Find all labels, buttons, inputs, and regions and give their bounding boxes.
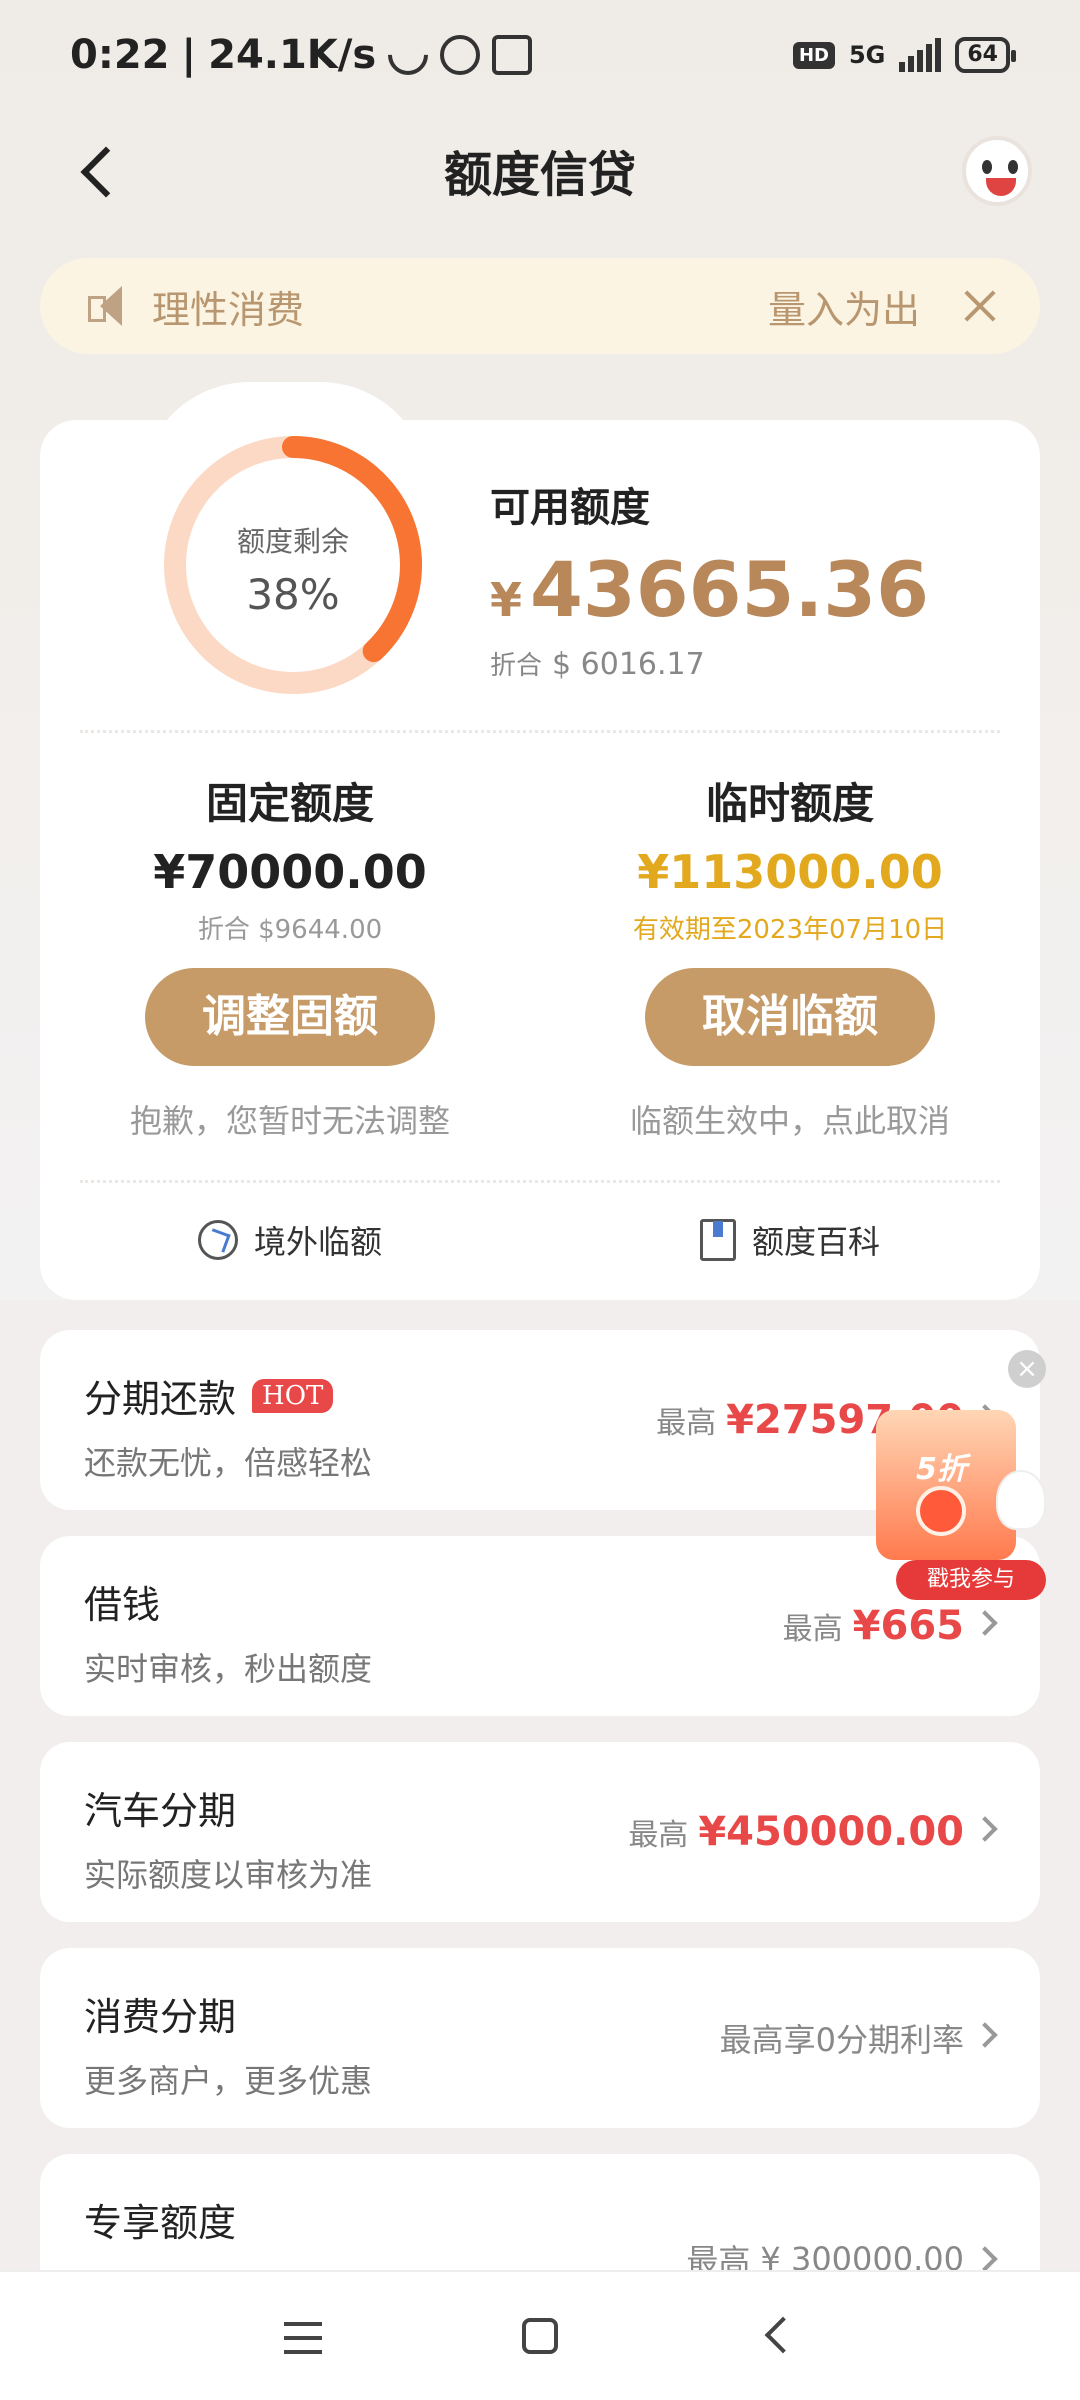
notice-right-text: 量入为出 bbox=[767, 287, 920, 332]
max-label: 最高 bbox=[656, 1406, 717, 1441]
wiki-label: 额度百科 bbox=[751, 1223, 880, 1261]
back-button[interactable] bbox=[70, 140, 130, 200]
notice-bar[interactable]: 理性消费 量入为出 bbox=[40, 258, 1040, 354]
globe-icon bbox=[197, 1220, 238, 1260]
currency-symbol: ¥ bbox=[490, 573, 523, 627]
promo-ball-icon bbox=[916, 1486, 966, 1536]
hot-badge: HOT bbox=[252, 1378, 334, 1413]
max-value: ¥665 bbox=[852, 1603, 964, 1649]
product-subtitle: 更多商户，更多优惠 bbox=[84, 2062, 373, 2100]
product-title: 专享额度 bbox=[84, 2201, 237, 2245]
credit-card: 额度剩余 38% 可用额度 ¥43665.36 折合 $ 6016.17 固定额度… bbox=[40, 420, 1040, 1300]
divider bbox=[80, 1180, 1000, 1183]
max-value: 最高享0分期利率 bbox=[719, 2021, 964, 2059]
limit-wiki-link[interactable]: 额度百科 bbox=[540, 1200, 1040, 1280]
menu-icon[interactable] bbox=[284, 2322, 322, 2354]
chevron-right-icon bbox=[972, 1816, 998, 1842]
temp-amount: ¥113000.00 bbox=[637, 845, 943, 899]
temp-expiry: 有效期至2023年07月10日 bbox=[632, 915, 948, 945]
fixed-note: 抱歉，您暂时无法调整 bbox=[129, 1102, 450, 1140]
ring-label: 额度剩余 bbox=[236, 525, 349, 558]
max-value: ¥450000.00 bbox=[698, 1809, 964, 1855]
overseas-limit-link[interactable]: 境外临额 bbox=[40, 1200, 540, 1280]
fixed-title: 固定额度 bbox=[205, 779, 374, 828]
app-header: 额度信贷 bbox=[0, 120, 1080, 220]
ring-percent: 38% bbox=[246, 570, 340, 619]
product-title: 汽车分期 bbox=[84, 1789, 237, 1833]
promo-discount: 5折 bbox=[916, 1452, 967, 1487]
alarm-icon bbox=[440, 35, 481, 75]
card-links: 境外临额 额度百科 bbox=[40, 1200, 1040, 1280]
product-max: 最高 ¥450000.00 bbox=[628, 1742, 964, 1922]
product-title-text: 分期还款 bbox=[84, 1377, 237, 1421]
divider bbox=[80, 730, 1000, 733]
product-title: 分期还款 HOT bbox=[84, 1368, 334, 1423]
close-icon[interactable] bbox=[960, 286, 1000, 326]
status-speed: 24.1K/s bbox=[208, 32, 377, 78]
available-title: 可用额度 bbox=[490, 485, 650, 531]
product-title: 消费分期 bbox=[84, 1995, 237, 2039]
promo-join-button[interactable]: 戳我参与 bbox=[896, 1560, 1046, 1600]
adjust-fixed-button[interactable]: 调整固额 bbox=[145, 968, 435, 1066]
speaker-icon bbox=[86, 286, 132, 326]
car-installment-card[interactable]: 汽车分期 实际额度以审核为准 最高 ¥450000.00 bbox=[40, 1742, 1040, 1922]
product-title: 借钱 bbox=[84, 1583, 161, 1627]
battery-icon: 64 bbox=[955, 37, 1016, 73]
converted-value: $ 6016.17 bbox=[552, 647, 705, 682]
temp-limit-section: 临时额度 ¥113000.00 有效期至2023年07月10日 取消临额 临额生… bbox=[540, 770, 1040, 1142]
promo-float[interactable]: × 5折 戳我参与 bbox=[876, 1350, 1046, 1600]
product-subtitle: 还款无忧，倍感轻松 bbox=[84, 1444, 373, 1482]
nfc-icon bbox=[492, 35, 533, 75]
page-title: 额度信贷 bbox=[443, 147, 636, 203]
available-value: 43665.36 bbox=[530, 545, 930, 634]
mascot-avatar-icon[interactable] bbox=[962, 136, 1032, 206]
max-label: 最高 bbox=[628, 1818, 689, 1853]
mascot-cat-icon bbox=[996, 1470, 1046, 1530]
moon-icon bbox=[379, 26, 437, 84]
hd-badge: HD bbox=[792, 41, 835, 69]
chevron-right-icon bbox=[972, 2246, 998, 2272]
promo-close-button[interactable]: × bbox=[1008, 1350, 1046, 1388]
home-icon[interactable] bbox=[522, 2318, 558, 2354]
chevron-right-icon bbox=[972, 2022, 998, 2048]
signal-icon bbox=[899, 38, 942, 72]
network-type: 5G bbox=[848, 41, 886, 69]
nav-back-icon[interactable] bbox=[764, 2316, 802, 2354]
status-divider: | bbox=[181, 32, 197, 78]
remaining-ring: 额度剩余 38% bbox=[158, 430, 428, 700]
fixed-amount: ¥70000.00 bbox=[153, 845, 427, 899]
max-label: 最高 bbox=[782, 1612, 843, 1647]
fixed-limit-section: 固定额度 ¥70000.00 折合 $9644.00 调整固额 抱歉，您暂时无法… bbox=[40, 770, 540, 1142]
promo-gift-box: 5折 bbox=[876, 1410, 1016, 1560]
status-bar: 0:22 | 24.1K/s HD 5G 64 bbox=[0, 0, 1080, 110]
product-subtitle: 实际额度以审核为准 bbox=[84, 1856, 373, 1894]
status-time: 0:22 bbox=[70, 32, 170, 78]
consumer-installment-card[interactable]: 消费分期 更多商户，更多优惠 最高享0分期利率 bbox=[40, 1948, 1040, 2128]
notice-text: 理性消费 bbox=[152, 287, 305, 332]
chevron-right-icon bbox=[972, 1610, 998, 1636]
converted-label: 折合 bbox=[490, 651, 543, 681]
temp-note[interactable]: 临额生效中，点此取消 bbox=[540, 1096, 1040, 1142]
fixed-converted: 折合 $9644.00 bbox=[197, 915, 383, 945]
overseas-label: 境外临额 bbox=[253, 1223, 382, 1261]
available-amount: ¥43665.36 bbox=[490, 545, 929, 634]
system-nav-bar bbox=[0, 2270, 1080, 2400]
available-converted: 折合 $ 6016.17 bbox=[490, 645, 705, 682]
product-max: 最高享0分期利率 bbox=[720, 1948, 964, 2128]
temp-title: 临时额度 bbox=[705, 779, 874, 828]
book-icon bbox=[699, 1219, 736, 1261]
cancel-temp-button[interactable]: 取消临额 bbox=[645, 968, 935, 1066]
remaining-ring-chart bbox=[164, 436, 422, 694]
product-subtitle: 实时审核，秒出额度 bbox=[84, 1650, 373, 1688]
